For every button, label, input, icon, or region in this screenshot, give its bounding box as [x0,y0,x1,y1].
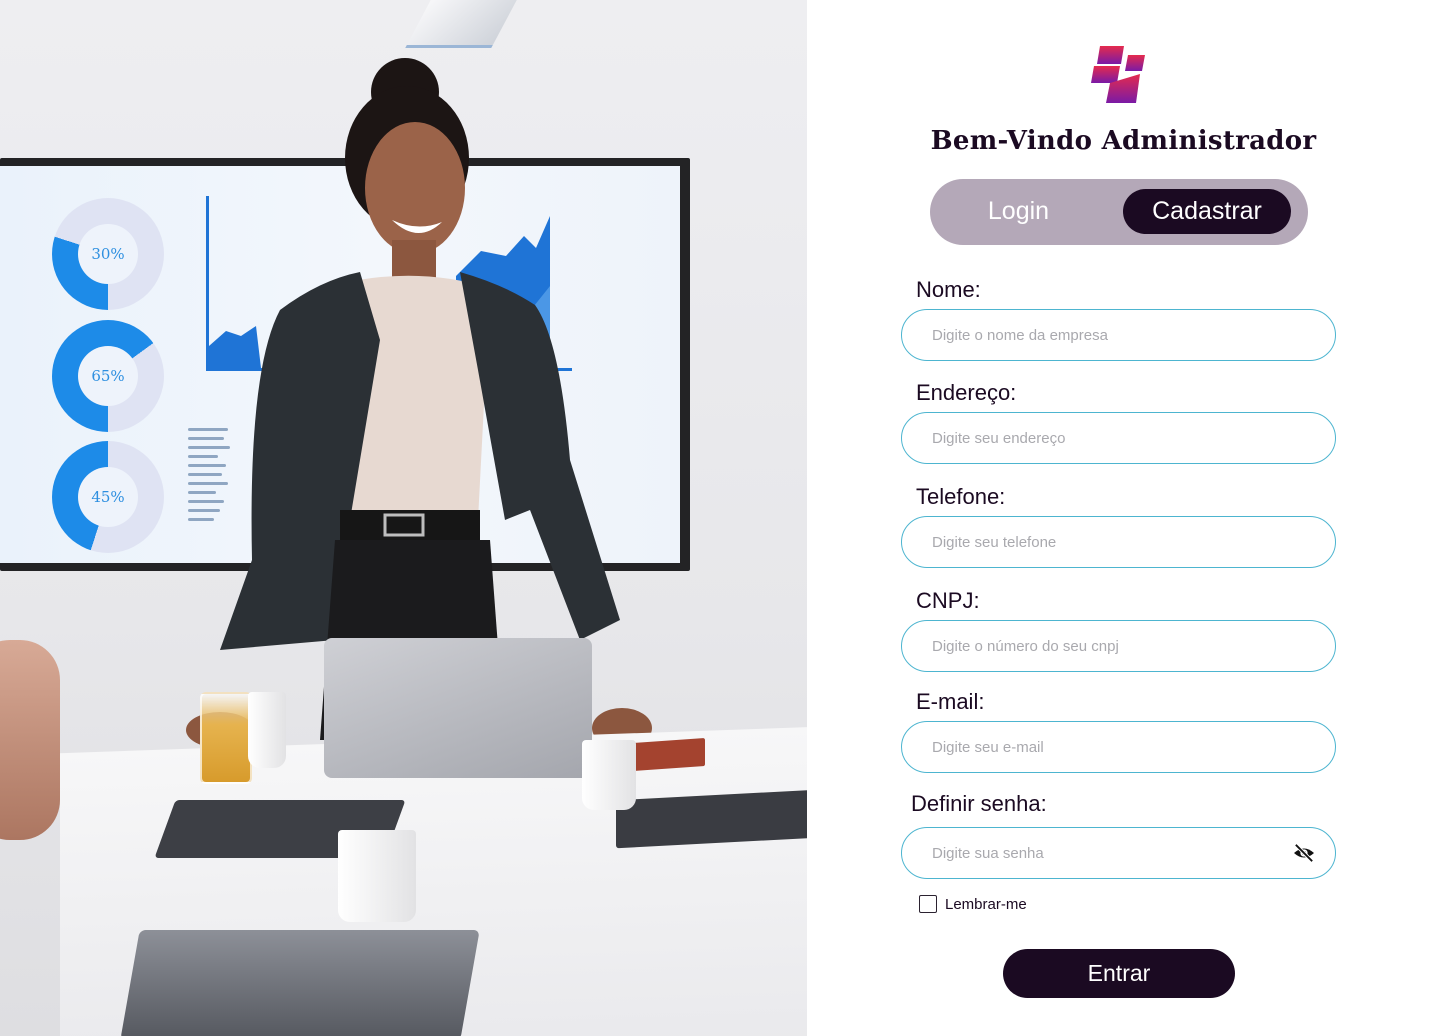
laptop-closed [616,789,807,849]
cnpj-input[interactable] [902,621,1335,671]
donut-label-1: 30% [78,224,138,284]
senha-input[interactable] [902,828,1335,878]
cnpj-field-wrapper [901,620,1336,672]
nome-label: Nome: [916,277,981,302]
telefone-label: Telefone: [916,484,1006,509]
senha-field-wrapper [901,827,1336,879]
attendee-hand [0,640,60,840]
email-input[interactable] [902,722,1335,772]
signup-panel: Bem-Vindo Administrador Login Cadastrar … [807,0,1440,1036]
brand-logo-icon [1091,46,1145,103]
eye-slash-icon[interactable] [1293,843,1315,863]
telefone-input[interactable] [902,517,1335,567]
auth-tab-switch: Login Cadastrar [930,179,1308,245]
coffee-cup-1 [248,692,286,768]
email-field-wrapper [901,721,1336,773]
nome-input[interactable] [902,310,1335,360]
donut-chart-3: 45% [52,441,164,553]
tab-login[interactable]: Login [946,189,1091,234]
telefone-field-wrapper [901,516,1336,568]
remember-me-label: Lembrar-me [945,895,1027,913]
hero-photo: 30% 65% 45% [0,0,807,1036]
donut-chart-2: 65% [52,320,164,432]
endereco-field-wrapper [901,412,1336,464]
endereco-input[interactable] [902,413,1335,463]
laptop-open [324,638,592,778]
cnpj-label: CNPJ: [916,588,980,613]
senha-label: Definir senha: [911,791,1047,816]
welcome-title: Bem-Vindo Administrador [930,126,1317,156]
endereco-label: Endereço: [916,380,1017,405]
coffee-cup-3 [338,830,416,922]
nome-field-wrapper [901,309,1336,361]
remember-me: Lembrar-me [919,895,1027,913]
tab-cadastrar[interactable]: Cadastrar [1123,189,1291,234]
entrar-button[interactable]: Entrar [1003,949,1235,998]
laptop-foreground [120,930,480,1036]
donut-label-2: 65% [78,346,138,406]
donut-label-3: 45% [78,467,138,527]
email-label: E-mail: [916,689,985,714]
beer-glass [200,692,252,784]
coffee-cup-2 [582,740,636,810]
donut-chart-1: 30% [52,198,164,310]
remember-me-checkbox[interactable] [919,895,937,913]
